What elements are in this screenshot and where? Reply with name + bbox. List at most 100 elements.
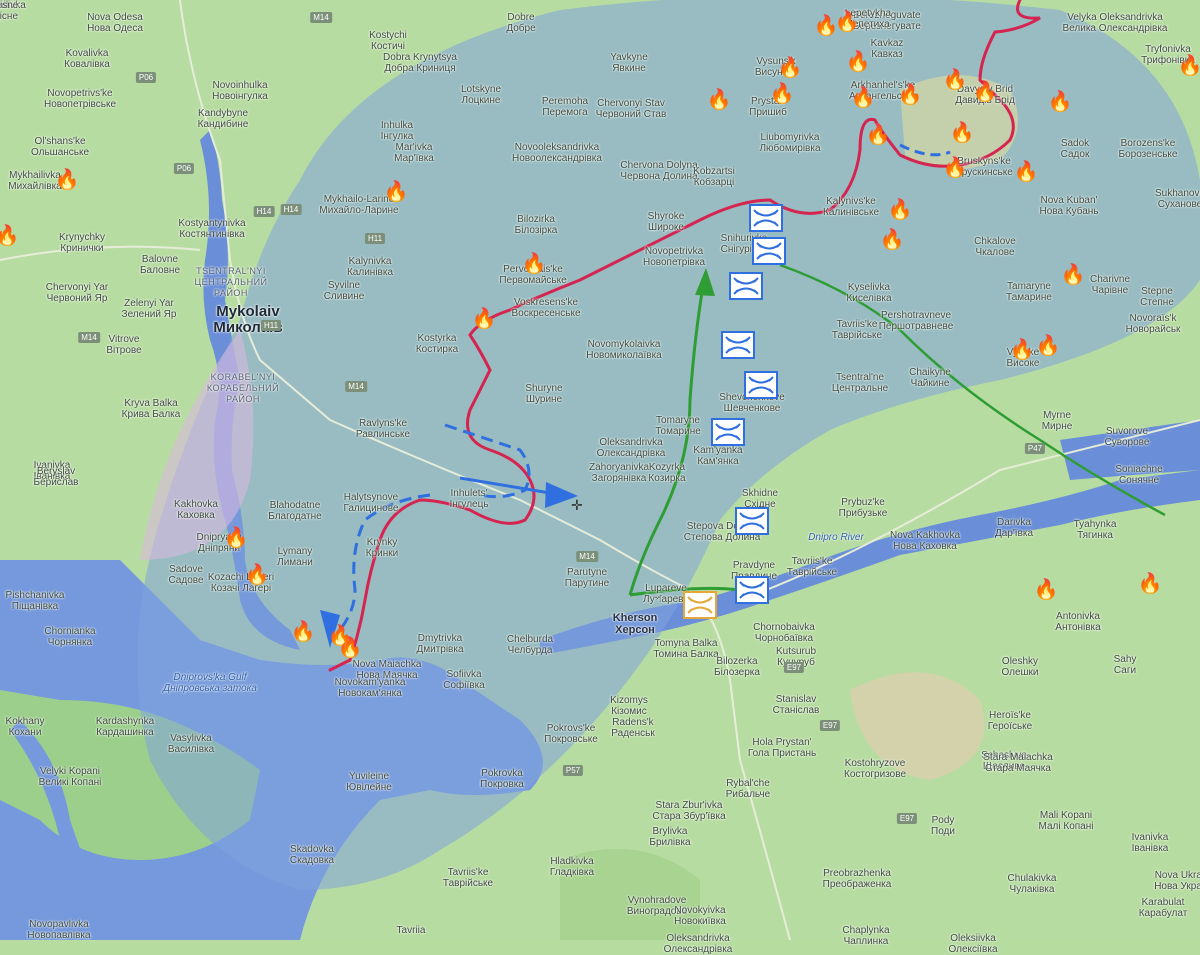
fire-icon[interactable]: 🔥 — [707, 90, 732, 110]
road-shield: E97 — [783, 662, 805, 673]
place-name-en: Stanislav — [775, 694, 817, 705]
place-label: Brylivka Брилівка — [649, 826, 690, 848]
fire-icon[interactable]: 🔥 — [835, 12, 860, 32]
fire-icon[interactable]: 🔥 — [291, 622, 316, 642]
place-name-en: Mali Kopani — [1039, 810, 1093, 821]
place-label: Novomykolaivka Новомиколаївка — [586, 339, 661, 361]
place-label: Kavkaz Кавказ — [871, 38, 904, 60]
fire-icon[interactable]: 🔥 — [778, 58, 803, 78]
place-name-ua: Чайкине — [910, 378, 950, 389]
fire-icon[interactable]: 🔥 — [1036, 336, 1061, 356]
place-label: Sadove Садове — [168, 564, 203, 586]
fire-icon[interactable]: 🔥 — [1010, 340, 1035, 360]
fire-icon[interactable]: 🔥 — [1034, 580, 1059, 600]
bridge-icon[interactable] — [735, 507, 769, 535]
place-name-ua: Стара Маячка — [985, 763, 1051, 774]
fire-icon[interactable]: 🔥 — [943, 70, 968, 90]
place-name-en: Stara Zbur'ivka — [655, 800, 723, 811]
place-label: Hladkivka Гладківка — [550, 856, 594, 878]
place-label: Kyselivka Киселівка — [846, 282, 891, 304]
fire-icon[interactable]: 🔥 — [0, 226, 19, 246]
fire-icon[interactable]: 🔥 — [851, 88, 876, 108]
fire-icon[interactable]: 🔥 — [55, 170, 80, 190]
bridge-icon[interactable] — [744, 371, 778, 399]
place-name-en: Kalynivka — [348, 256, 392, 267]
place-name-en: Inhulka — [380, 120, 414, 131]
place-label: Radens'k Раденськ — [611, 717, 654, 739]
fire-icon[interactable]: 🔥 — [846, 52, 871, 72]
place-name-ua: Гола Пристань — [747, 748, 817, 759]
place-name-en: Novoraïs'k — [1129, 313, 1177, 324]
place-label: Yavkyne Явкине — [610, 52, 648, 74]
place-name-ua: Кобзарці — [693, 177, 735, 188]
place-name-ua: Кандибине — [197, 119, 249, 130]
fire-icon[interactable]: 🔥 — [1138, 574, 1163, 594]
fire-icon[interactable]: 🔥 — [1048, 92, 1073, 112]
fire-icon[interactable]: 🔥 — [943, 158, 968, 178]
place-name-en: Chervonyi Stav — [597, 98, 665, 109]
fire-icon[interactable]: 🔥 — [770, 84, 795, 104]
place-name-en: Kam'yanka — [693, 445, 743, 456]
place-label: Borozens'ke Борозенське — [1119, 138, 1178, 160]
place-name-en: Oleksandrivka — [666, 933, 730, 944]
fire-icon[interactable]: 🔥 — [245, 565, 270, 585]
bridge-icon[interactable] — [752, 237, 786, 265]
city-label: Kherson Херсон — [613, 612, 658, 636]
map-canvas[interactable]: ✛ Nova Odesa Нова Одеса Dobre Добре Kostychi… — [0, 0, 1200, 955]
place-label: Stanislav Станіслав — [773, 694, 820, 716]
place-name-en: Kandybyne — [197, 108, 249, 119]
place-label: Tsentral'ne Центральне — [832, 372, 888, 394]
place-label: Tavriis'ke Таврійське — [787, 556, 837, 578]
place-label: RadisneРадісне — [0, 0, 18, 22]
place-label: Pokrovka Покровка — [480, 768, 524, 790]
place-name-ua: Лимани — [277, 557, 313, 568]
place-name-en: Sahy — [1113, 654, 1137, 665]
bridge-icon[interactable] — [735, 576, 769, 604]
place-name-en: Oleshky — [1001, 656, 1039, 667]
bridge-icon[interactable] — [711, 418, 745, 446]
place-name-ua: Садове — [168, 575, 204, 586]
place-name-ua: Дар'ївка — [994, 528, 1034, 539]
place-name-en: Kizomys — [610, 695, 648, 706]
fire-icon[interactable]: 🔥 — [888, 200, 913, 220]
place-label: Ivanivka Іванівка — [1132, 832, 1169, 854]
fire-icon[interactable]: 🔥 — [1014, 162, 1039, 182]
place-name-ua: Широке — [648, 222, 684, 233]
bridge-icon[interactable] — [749, 204, 783, 232]
fire-icon[interactable]: 🔥 — [973, 82, 998, 102]
fire-icon[interactable]: 🔥 — [1178, 56, 1200, 76]
place-name-ua: Костянтинівка — [179, 229, 245, 240]
place-label: Myrne Мирне — [1042, 410, 1073, 432]
place-name-ua: Новокиївка — [674, 916, 726, 927]
place-name-en: Myrne — [1043, 410, 1071, 421]
place-label: Novoinhulka Новоінгулка — [212, 80, 268, 102]
fire-icon[interactable]: 🔥 — [866, 125, 891, 145]
destroyed-bridge-icon[interactable] — [683, 591, 717, 619]
place-label: Tavriia — [397, 925, 426, 936]
place-name-en: Yuvileine — [348, 771, 390, 782]
place-name-en: Oleksandrivka — [599, 437, 663, 448]
district-text: КОРАБЕЛЬНИЙ — [206, 383, 280, 393]
place-name-ua: Червоний Яр — [46, 293, 108, 304]
place-label: Balovne Баловне — [140, 254, 180, 276]
bridge-icon[interactable] — [729, 272, 763, 300]
place-name-ua: Калинівське — [822, 207, 880, 218]
fire-icon[interactable]: 🔥 — [338, 638, 363, 658]
fire-icon[interactable]: 🔥 — [224, 528, 249, 548]
place-name-ua: Брилівка — [649, 837, 691, 848]
place-label: Nova Kakhovka Нова Каховка — [890, 530, 960, 552]
place-name-en: Beryslav — [36, 466, 76, 477]
fire-icon[interactable]: 🔥 — [522, 254, 547, 274]
place-name-ua: Борозенське — [1118, 149, 1178, 160]
fire-icon[interactable]: 🔥 — [898, 85, 923, 105]
fire-icon[interactable]: 🔥 — [1061, 265, 1086, 285]
place-name-ua: Велика Олександрівка — [1062, 23, 1168, 34]
fire-icon[interactable]: 🔥 — [384, 182, 409, 202]
bridge-icon[interactable] — [721, 331, 755, 359]
place-name-ua: Сливине — [323, 291, 365, 302]
fire-icon[interactable]: 🔥 — [472, 309, 497, 329]
fire-icon[interactable]: 🔥 — [880, 230, 905, 250]
place-name-en: Shuryne — [525, 383, 563, 394]
fire-icon[interactable]: 🔥 — [950, 123, 975, 143]
place-label: Pershotravneve Першотравневе — [879, 310, 954, 332]
